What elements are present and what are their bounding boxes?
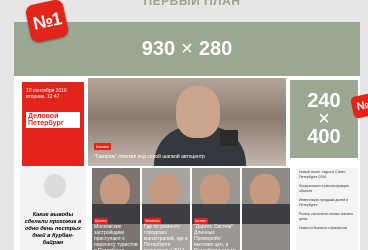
promo-time-line: вторник, 12:47 xyxy=(26,94,60,100)
rank-badge-label: №1 xyxy=(31,7,63,34)
news-thumb[interactable] xyxy=(242,168,290,250)
list-item[interactable]: Инвестиции: продажа долей в Петербурге xyxy=(299,198,355,207)
hero-image-face xyxy=(176,86,220,138)
news-row: Какие выводы сделали прохожие в одно ден… xyxy=(14,168,360,250)
thumb-image xyxy=(150,174,180,208)
thumb-caption: Где по ремонту городских магистралей, гд… xyxy=(144,224,188,250)
list-item[interactable]: Фонд вложил в реконструкцию объекта xyxy=(299,184,355,193)
caricature-image xyxy=(44,174,66,198)
news-list: Новый сезон: отдых в Санкт-Петербурге 20… xyxy=(296,168,358,250)
list-item[interactable]: Новый сезон: отдых в Санкт-Петербурге 20… xyxy=(299,170,355,179)
news-thumb[interactable]: Финансы Где по ремонту городских магистр… xyxy=(142,168,190,250)
thumb-image xyxy=(200,174,230,208)
right-ad-height: 400 xyxy=(307,126,341,148)
hero-caption: "Газпром" ответил под серой шапкой автоц… xyxy=(94,154,205,160)
page: ПЕРВЫЙ ПЛАН 930 × 280 №1 10 сентября 201… xyxy=(0,0,368,250)
rank-badge: №1 xyxy=(24,0,70,44)
caricature-card[interactable]: Какие выводы сделали прохожие в одно ден… xyxy=(20,168,86,250)
promo-date: 10 сентября 2016 вторник, 12:47 xyxy=(26,88,80,100)
mic-icon xyxy=(220,130,238,146)
thumb-image-suit xyxy=(242,204,290,224)
list-item[interactable]: Новости бизнеса и финансов xyxy=(299,226,355,231)
times-icon: × xyxy=(181,37,193,60)
news-thumb[interactable]: Бизнес "Даросс Систем": Длинные Проморей… xyxy=(192,168,240,250)
caricature-text: Какие выводы сделали прохожие в одно ден… xyxy=(24,212,82,246)
banner-height: 280 xyxy=(198,37,233,60)
brand-logo: Деловой Петербург xyxy=(26,112,80,128)
thumb-caption: Московские застройщики приступают к пере… xyxy=(94,224,138,250)
promo-card[interactable]: 10 сентября 2016 вторник, 12:47 Деловой … xyxy=(22,82,84,166)
thumb-image xyxy=(100,174,130,208)
thumb-caption: "Даросс Систем": Длинные Проморейн: высо… xyxy=(194,224,237,250)
news-thumb[interactable]: Бизнес Московские застройщики приступают… xyxy=(92,168,140,250)
thumb-image xyxy=(250,174,280,208)
list-item[interactable]: Рынок: строители готовы снизить цены xyxy=(299,212,355,221)
banner-width: 930 xyxy=(141,37,176,60)
hero-tag: Бизнес xyxy=(94,143,112,150)
hero-story[interactable]: Бизнес "Газпром" ответил под серой шапко… xyxy=(88,78,286,166)
ad-banner-right[interactable]: 240 × 400 xyxy=(290,80,358,158)
section-title: ПЕРВЫЙ ПЛАН xyxy=(143,0,241,8)
